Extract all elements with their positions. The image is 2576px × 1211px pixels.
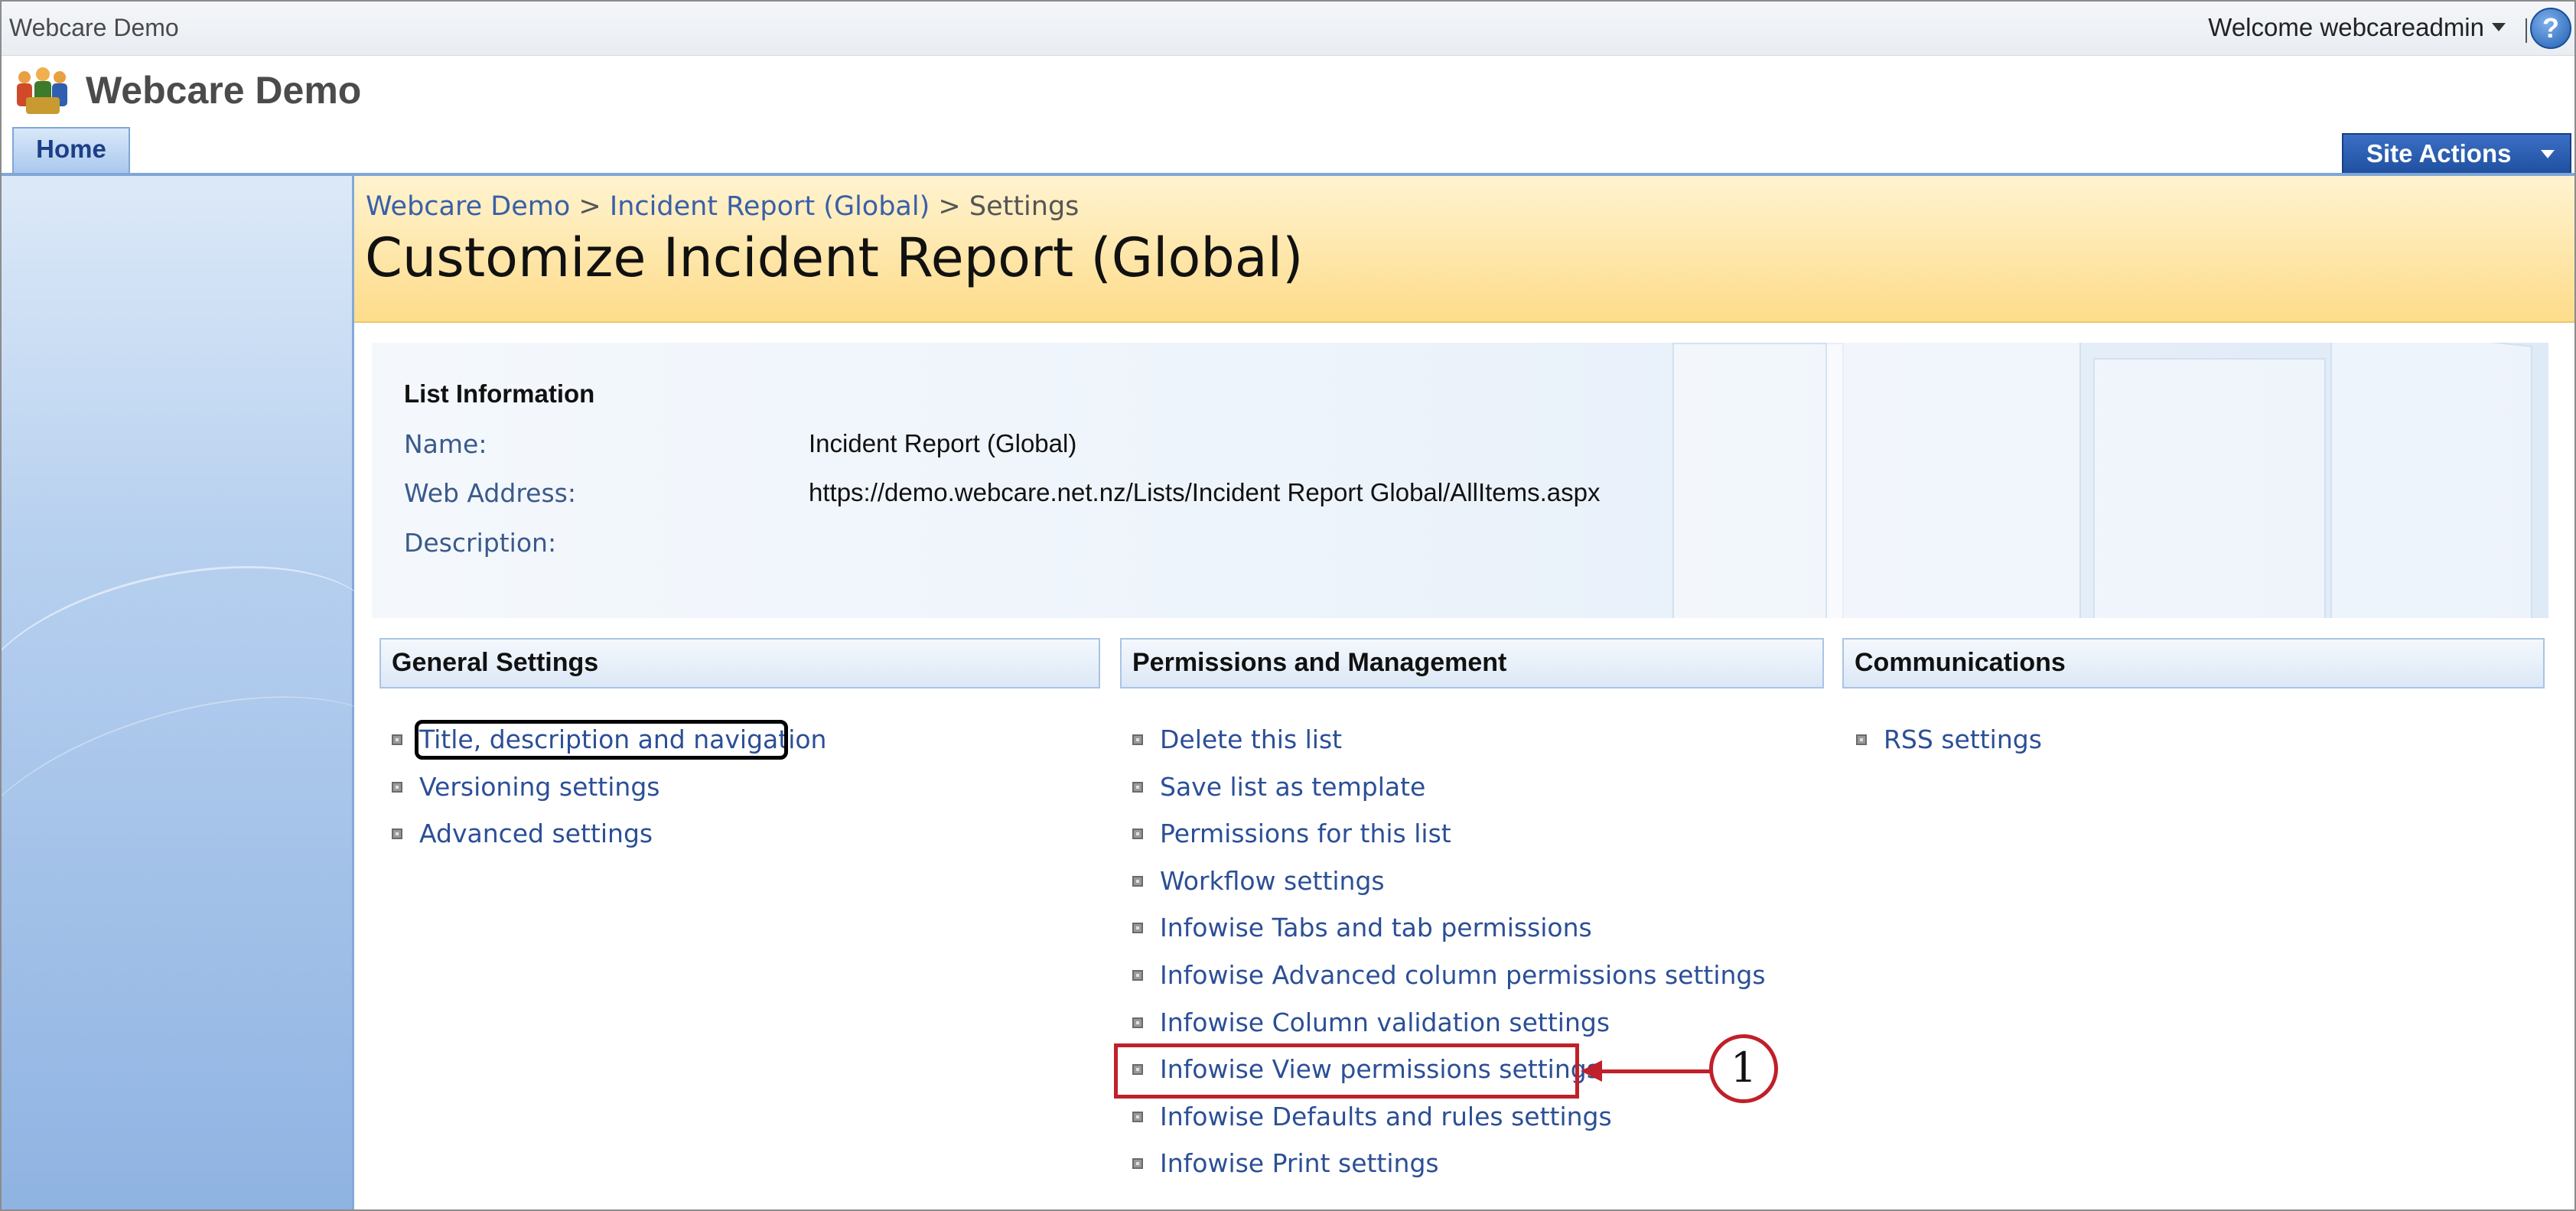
highlight-box-view-permissions — [1114, 1043, 1579, 1099]
divider — [2526, 18, 2527, 43]
page-title-area: Webcare Demo > Incident Report (Global) … — [354, 176, 2574, 323]
general-settings-header: General Settings — [379, 638, 1100, 689]
bullet-icon — [1132, 1017, 1143, 1028]
chevron-down-icon — [2541, 150, 2555, 158]
link-advanced-settings[interactable]: Advanced settings — [419, 819, 653, 848]
link-rss-settings[interactable]: RSS settings — [1884, 724, 2042, 754]
callout-number-badge: 1 — [1709, 1034, 1778, 1103]
communications-header: Communications — [1842, 638, 2545, 689]
decorative-shape — [2093, 358, 2326, 618]
name-value: Incident Report (Global) — [809, 429, 1077, 457]
link-list-permissions[interactable]: Permissions for this list — [1160, 819, 1451, 848]
arrow-left-icon — [1581, 1060, 1602, 1082]
list-information-panel: List Information Name: Incident Report (… — [372, 343, 2548, 618]
link-infowise-print-settings[interactable]: Infowise Print settings — [1160, 1148, 1439, 1178]
bullet-icon — [392, 781, 402, 793]
chevron-down-icon[interactable] — [2492, 23, 2506, 31]
site-title[interactable]: Webcare Demo — [86, 68, 361, 112]
web-address-value: https://demo.webcare.net.nz/Lists/Incide… — [809, 478, 1601, 506]
permissions-management-header: Permissions and Management — [1120, 638, 1824, 689]
top-navigation: Home Site Actions — [2, 127, 2574, 176]
bullet-icon — [392, 828, 402, 840]
site-actions-label: Site Actions — [2366, 139, 2512, 168]
breadcrumb-link-site[interactable]: Webcare Demo — [366, 191, 570, 222]
callout-arrow-shaft — [1591, 1069, 1714, 1073]
breadcrumb-separator: > — [578, 191, 601, 222]
breadcrumb-link-list[interactable]: Incident Report (Global) — [610, 191, 930, 222]
welcome-menu[interactable]: Welcome webcareadmin — [2208, 13, 2484, 42]
bullet-icon — [1132, 734, 1143, 745]
list-information-heading: List Information — [404, 379, 595, 408]
bullet-icon — [1132, 875, 1143, 887]
bullet-icon — [1132, 1111, 1143, 1122]
decorative-shape — [2330, 343, 2532, 618]
breadcrumb: Webcare Demo > Incident Report (Global) … — [366, 191, 1079, 222]
decorative-shape — [1825, 343, 2081, 618]
site-header: Webcare Demo — [2, 56, 2574, 127]
link-workflow-settings[interactable]: Workflow settings — [1160, 866, 1385, 896]
site-actions-menu[interactable]: Site Actions — [2342, 133, 2571, 176]
link-versioning-settings[interactable]: Versioning settings — [419, 772, 659, 802]
bullet-icon — [1132, 969, 1143, 981]
quick-launch-panel — [2, 176, 434, 1209]
people-group-icon — [17, 67, 67, 114]
link-infowise-defaults-rules[interactable]: Infowise Defaults and rules settings — [1160, 1102, 1612, 1131]
name-label: Name: — [404, 429, 487, 459]
highlight-box-title-link — [415, 720, 788, 760]
link-infowise-column-permissions[interactable]: Infowise Advanced column permissions set… — [1160, 960, 1766, 990]
decorative-shape — [1672, 343, 1844, 618]
bullet-icon — [1856, 734, 1867, 745]
help-icon[interactable]: ? — [2530, 8, 2571, 49]
bullet-icon — [1132, 781, 1143, 793]
web-address-label: Web Address: — [404, 478, 576, 508]
bullet-icon — [1132, 828, 1143, 840]
page-title: Customize Incident Report (Global) — [365, 226, 1304, 289]
window-frame: Webcare Demo Welcome webcareadmin ? Webc… — [0, 0, 2576, 1211]
breadcrumb-separator: > — [938, 191, 961, 222]
site-name-label[interactable]: Webcare Demo — [9, 14, 179, 42]
bullet-icon — [1132, 1158, 1143, 1170]
bullet-icon — [1132, 923, 1143, 934]
bullet-icon — [392, 734, 402, 745]
description-label: Description: — [404, 528, 557, 558]
tab-home[interactable]: Home — [12, 127, 130, 173]
link-save-as-template[interactable]: Save list as template — [1160, 772, 1425, 802]
link-infowise-column-validation[interactable]: Infowise Column validation settings — [1160, 1008, 1610, 1037]
link-delete-list[interactable]: Delete this list — [1160, 724, 1342, 754]
link-infowise-tabs[interactable]: Infowise Tabs and tab permissions — [1160, 913, 1592, 942]
top-bar: Webcare Demo Welcome webcareadmin ? — [2, 2, 2574, 56]
breadcrumb-current: Settings — [969, 191, 1080, 222]
